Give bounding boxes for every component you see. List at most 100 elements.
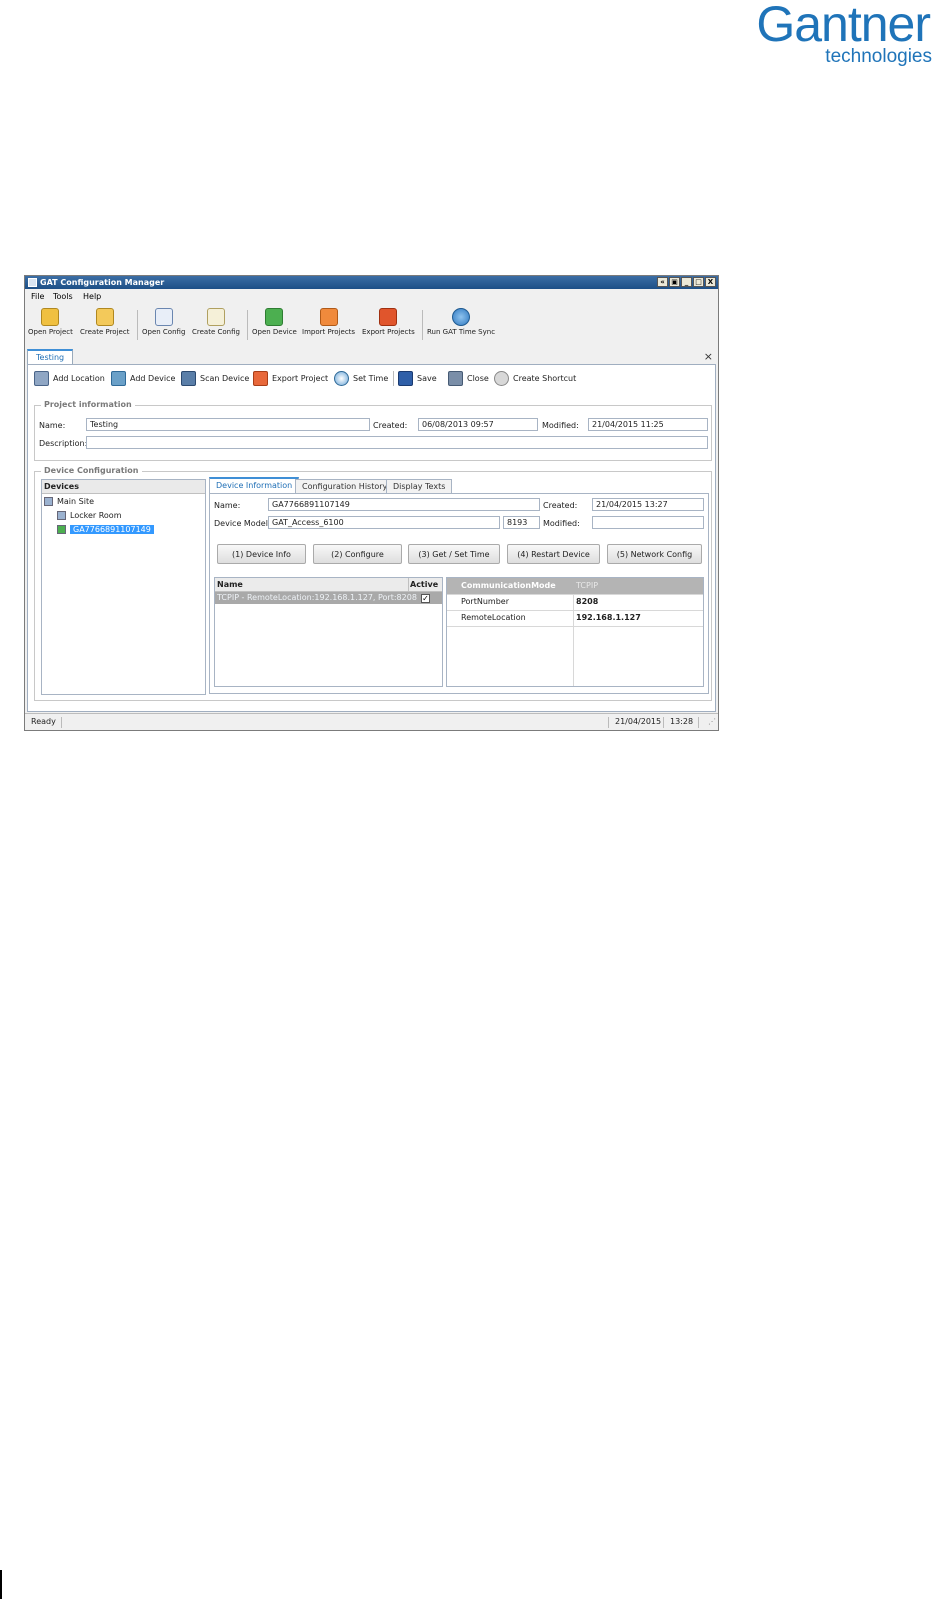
devices-header: Devices	[42, 480, 205, 494]
grid-header-name: Name	[217, 580, 243, 589]
open-project-button[interactable]: Open Project	[28, 308, 73, 336]
device-name-field[interactable]: GA7766891107149	[268, 498, 540, 511]
add-device-button[interactable]: Add Device	[111, 371, 175, 386]
building-icon	[44, 497, 53, 506]
tab-display-texts[interactable]: Display Texts	[386, 479, 453, 493]
scan-device-button[interactable]: Scan Device	[181, 371, 249, 386]
menu-tools[interactable]: Tools	[53, 292, 73, 301]
grid-header-active: Active	[410, 580, 439, 589]
export-project-icon	[253, 371, 268, 386]
device-model-code-field[interactable]: 8193	[503, 516, 540, 529]
gantner-logo: Gantner technologies	[700, 0, 936, 70]
status-separator	[698, 717, 699, 728]
create-project-button[interactable]: Create Project	[80, 308, 129, 336]
device-add-icon	[111, 371, 126, 386]
project-created-label: Created:	[373, 421, 408, 430]
project-modified-field[interactable]: 21/04/2015 11:25	[588, 418, 708, 431]
device-modified-label: Modified:	[543, 519, 580, 528]
device-icon	[57, 525, 66, 534]
device-name-label: Name:	[214, 501, 241, 510]
create-config-button[interactable]: Create Config	[192, 308, 240, 336]
active-checkbox[interactable]: ✓	[421, 594, 430, 603]
device-created-label: Created:	[543, 501, 578, 510]
status-separator	[61, 717, 62, 728]
globe-clock-icon	[452, 308, 471, 326]
project-created-field[interactable]: 06/08/2013 09:57	[418, 418, 538, 431]
status-bar: Ready 21/04/2015 13:28 ⋰	[25, 713, 718, 730]
property-key: PortNumber	[461, 597, 509, 606]
project-name-label: Name:	[39, 421, 66, 430]
minimize-button[interactable]: _	[681, 277, 692, 287]
device-open-icon	[265, 308, 284, 326]
app-icon	[28, 278, 37, 287]
grid-header: Name Active	[215, 578, 442, 592]
get-set-time-button[interactable]: (3) Get / Set Time	[408, 544, 500, 564]
open-config-button[interactable]: Open Config	[142, 308, 185, 336]
project-description-label: Description:	[39, 439, 88, 448]
device-model-field[interactable]: GAT_Access_6100	[268, 516, 500, 529]
project-description-field[interactable]	[86, 436, 708, 449]
property-key: RemoteLocation	[461, 613, 526, 622]
status-time: 13:28	[670, 717, 694, 726]
property-grid: CommunicationMode TCPIP PortNumber 8208 …	[446, 577, 704, 687]
close-button[interactable]: Close	[448, 371, 489, 386]
shortcut-icon	[494, 371, 509, 386]
folder-gear-icon	[41, 308, 60, 326]
menu-bar: File Tools Help	[25, 290, 718, 304]
table-row[interactable]: TCPIP - RemoteLocation:192.168.1.127, Po…	[215, 592, 442, 604]
restart-device-button[interactable]: (4) Restart Device	[507, 544, 600, 564]
project-toolbar: Add Location Add Device Scan Device Expo…	[32, 369, 711, 387]
tab-device-information[interactable]: Device Information	[209, 477, 300, 493]
add-location-button[interactable]: Add Location	[34, 371, 105, 386]
building-add-icon	[34, 371, 49, 386]
maximize-button[interactable]: □	[693, 277, 704, 287]
close-window-button[interactable]: X	[705, 277, 716, 287]
status-text: Ready	[31, 717, 56, 726]
scan-device-icon	[181, 371, 196, 386]
open-device-button[interactable]: Open Device	[252, 308, 297, 336]
app-window: GAT Configuration Manager « ▣ _ □ X File…	[24, 275, 719, 731]
property-value: TCPIP	[576, 581, 599, 590]
property-row-communication-mode[interactable]: CommunicationMode TCPIP	[447, 578, 703, 595]
export-project-button[interactable]: Export Project	[253, 371, 328, 386]
room-icon	[57, 511, 66, 520]
status-separator	[608, 717, 609, 728]
device-information-panel: Name: GA7766891107149 Created: 21/04/201…	[209, 493, 709, 694]
title-bar[interactable]: GAT Configuration Manager « ▣ _ □ X	[25, 276, 718, 289]
property-row-port-number[interactable]: PortNumber 8208	[447, 594, 703, 611]
tab-configuration-history[interactable]: Configuration History	[295, 479, 395, 493]
status-date: 21/04/2015	[615, 717, 662, 726]
export-icon	[379, 308, 398, 326]
project-information-group: Project information Name: Testing Create…	[34, 400, 712, 461]
import-icon	[319, 308, 338, 326]
logo-tagline: technologies	[825, 46, 932, 67]
export-projects-button[interactable]: Export Projects	[362, 308, 415, 336]
tree-item-main-site[interactable]: Main Site	[44, 497, 94, 506]
save-button[interactable]: Save	[398, 371, 437, 386]
communication-grid: Name Active TCPIP - RemoteLocation:192.1…	[214, 577, 443, 687]
restore-down-button[interactable]: ▣	[669, 277, 680, 287]
device-created-field[interactable]: 21/04/2015 13:27	[592, 498, 704, 511]
project-name-field[interactable]: Testing	[86, 418, 370, 431]
tree-item-device[interactable]: GA7766891107149	[57, 525, 154, 534]
device-modified-field[interactable]	[592, 516, 704, 529]
device-configuration-group: Device Configuration Devices Main Site L…	[34, 466, 712, 701]
device-info-button[interactable]: (1) Device Info	[217, 544, 306, 564]
menu-help[interactable]: Help	[83, 292, 101, 301]
property-row-remote-location[interactable]: RemoteLocation 192.168.1.127	[447, 610, 703, 627]
project-document: Add Location Add Device Scan Device Expo…	[27, 364, 716, 712]
door-icon	[448, 371, 463, 386]
menu-file[interactable]: File	[31, 292, 44, 301]
resize-grip-icon[interactable]: ⋰	[708, 714, 716, 730]
create-shortcut-button[interactable]: Create Shortcut	[494, 371, 576, 386]
import-projects-button[interactable]: Import Projects	[302, 308, 355, 336]
toolbar-separator	[247, 310, 248, 340]
tree-item-locker-room[interactable]: Locker Room	[57, 511, 122, 520]
restore-left-button[interactable]: «	[657, 277, 668, 287]
configure-button[interactable]: (2) Configure	[313, 544, 402, 564]
run-gat-time-sync-button[interactable]: Run GAT Time Sync	[427, 308, 495, 336]
window-title: GAT Configuration Manager	[40, 278, 165, 287]
set-time-button[interactable]: Set Time	[334, 371, 388, 386]
close-tab-icon[interactable]: ×	[704, 350, 713, 363]
network-config-button[interactable]: (5) Network Config	[607, 544, 702, 564]
